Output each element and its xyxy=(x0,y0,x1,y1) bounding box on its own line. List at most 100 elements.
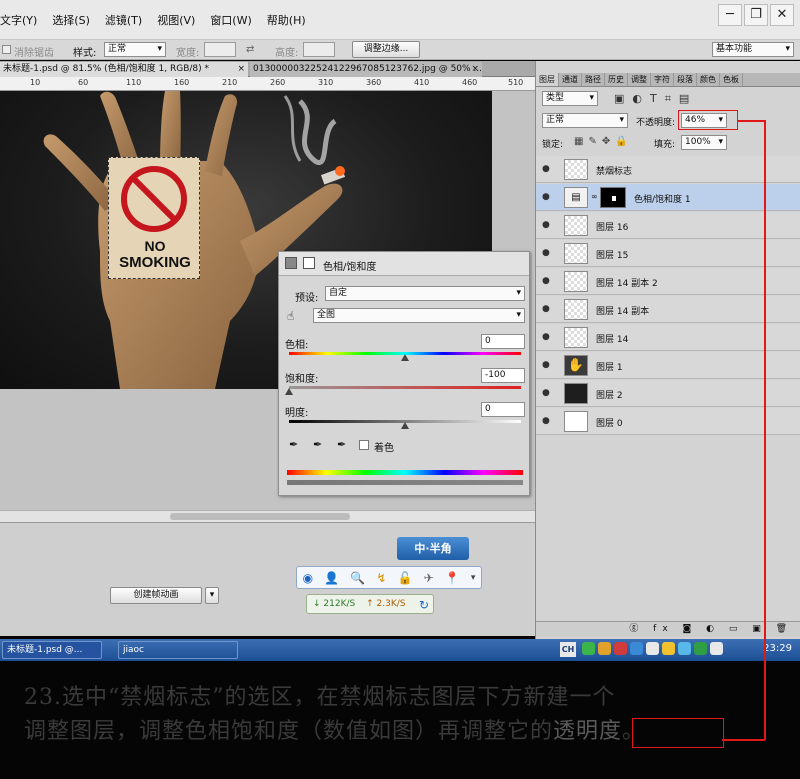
antialias-checkbox[interactable] xyxy=(2,45,11,54)
visibility-eye-icon[interactable]: ● xyxy=(542,248,550,258)
lock-icons[interactable]: ▦✎✥🔒 xyxy=(574,136,633,147)
colorize-checkbox[interactable] xyxy=(359,440,369,450)
menu-help[interactable]: 帮助(H) xyxy=(267,12,306,28)
tray-app-icon[interactable] xyxy=(614,642,627,655)
eyedropper-icon[interactable]: ✒ xyxy=(289,438,298,451)
saturation-input[interactable]: -100 xyxy=(481,368,525,383)
doc-tab-active[interactable]: 未标题-1.psd @ 81.5% (色相/饱和度 1, RGB/8) * × xyxy=(0,62,248,77)
minimize-button[interactable]: ─ xyxy=(718,4,742,26)
tray-app-icon[interactable] xyxy=(694,642,707,655)
tray-app-icon[interactable] xyxy=(662,642,675,655)
visibility-eye-icon[interactable]: ● xyxy=(542,192,550,202)
eyedropper-minus-icon[interactable]: ✒ xyxy=(337,438,346,451)
home-icon[interactable]: ◉ xyxy=(303,571,313,585)
layer-row[interactable]: ● 图层 15 xyxy=(536,240,800,267)
hue-slider-knob[interactable] xyxy=(401,354,409,361)
visibility-eye-icon[interactable]: ● xyxy=(542,220,550,230)
range-select[interactable]: 全图 xyxy=(313,308,525,323)
adjustment-icon[interactable] xyxy=(285,257,297,269)
close-icon[interactable]: × xyxy=(471,62,479,76)
layer-row[interactable]: ● 禁烟标志 xyxy=(536,156,800,183)
tab-history[interactable]: 历史 xyxy=(605,73,628,86)
width-field[interactable] xyxy=(204,42,236,57)
close-icon[interactable]: × xyxy=(237,62,245,76)
lightness-slider-knob[interactable] xyxy=(401,422,409,429)
tray-app-icon[interactable] xyxy=(678,642,691,655)
tray-app-icon[interactable] xyxy=(598,642,611,655)
tray-app-icon[interactable] xyxy=(630,642,643,655)
visibility-eye-icon[interactable]: ● xyxy=(542,332,550,342)
blend-mode-select[interactable]: 正常 xyxy=(542,113,628,128)
scroll-thumb[interactable] xyxy=(170,513,350,520)
layer-row[interactable]: ● 图层 2 xyxy=(536,380,800,407)
visibility-eye-icon[interactable]: ● xyxy=(542,388,550,398)
saturation-slider-track[interactable] xyxy=(289,386,521,389)
visibility-eye-icon[interactable]: ● xyxy=(542,164,550,174)
ime-status-widget[interactable]: 中·半角 xyxy=(397,537,469,560)
hand-tool-icon[interactable]: ☝ xyxy=(287,309,294,323)
layer-row[interactable]: ● ✋ 图层 1 xyxy=(536,352,800,379)
pin-icon[interactable]: 📍 xyxy=(445,571,460,585)
doc-tab-inactive[interactable]: 01300000322524122967085123762.jpg @ 50% … xyxy=(250,62,482,77)
lock-icon[interactable]: 🔓 xyxy=(398,571,413,585)
horizontal-scrollbar[interactable] xyxy=(0,510,535,522)
layer-filter-select[interactable]: 类型 xyxy=(542,91,598,106)
task-photoshop[interactable]: 未标题-1.psd @... xyxy=(2,641,102,659)
fill-select[interactable]: 100% xyxy=(681,135,727,150)
restore-button[interactable]: ❐ xyxy=(744,4,768,26)
search-icon[interactable]: 🔍 xyxy=(350,571,365,585)
mask-icon[interactable] xyxy=(303,257,315,269)
menu-type[interactable]: 文字(Y) xyxy=(0,12,37,28)
tray-app-icon[interactable] xyxy=(582,642,595,655)
tab-adjustments[interactable]: 调整 xyxy=(628,73,651,86)
create-frame-animation-button[interactable]: 创建帧动画 xyxy=(110,587,202,604)
tray-app-icon[interactable] xyxy=(646,642,659,655)
download-speed: ↓ 212K/S xyxy=(313,599,356,609)
plane-icon[interactable]: ✈ xyxy=(424,571,434,585)
layer-mask-thumbnail[interactable] xyxy=(600,187,626,208)
animation-dropdown-button[interactable]: ▾ xyxy=(205,587,219,604)
tab-swatches[interactable]: 色板 xyxy=(720,73,743,86)
saturation-slider-knob[interactable] xyxy=(285,388,293,395)
annotation-line xyxy=(764,120,766,740)
tab-color[interactable]: 颜色 xyxy=(697,73,720,86)
tab-paths[interactable]: 路径 xyxy=(582,73,605,86)
preset-select[interactable]: 自定 xyxy=(325,286,525,301)
layer-row[interactable]: ● 图层 14 副本 2 xyxy=(536,268,800,295)
tab-character[interactable]: 字符 xyxy=(651,73,674,86)
layer-row[interactable]: ● 图层 0 xyxy=(536,408,800,435)
layer-row[interactable]: ● 图层 14 副本 xyxy=(536,296,800,323)
chevron-down-icon[interactable]: ▾ xyxy=(471,573,476,583)
hue-input[interactable]: 0 xyxy=(481,334,525,349)
task-jiaoc[interactable]: jiaoc xyxy=(118,641,238,659)
menu-window[interactable]: 窗口(W) xyxy=(210,12,251,28)
user-icon[interactable]: 👤 xyxy=(324,571,339,585)
menu-view[interactable]: 视图(V) xyxy=(157,12,195,28)
layer-row-selected[interactable]: ● ▤ ∞ 色相/饱和度 1 xyxy=(536,184,800,211)
swap-icon[interactable]: ⇄ xyxy=(246,44,254,55)
layer-row[interactable]: ● 图层 16 xyxy=(536,212,800,239)
layer-filter-icons[interactable]: ▣◐T⌗▤ xyxy=(614,92,697,106)
style-select[interactable]: 正常 xyxy=(104,42,166,57)
close-button[interactable]: ✕ xyxy=(770,4,794,26)
tab-channels[interactable]: 通道 xyxy=(559,73,582,86)
menu-select[interactable]: 选择(S) xyxy=(52,12,90,28)
workspace-select[interactable]: 基本功能 xyxy=(712,42,794,57)
menu-filter[interactable]: 滤镜(T) xyxy=(105,12,142,28)
refresh-icon[interactable]: ↻ xyxy=(419,596,429,614)
visibility-eye-icon[interactable]: ● xyxy=(542,276,550,286)
eyedropper-plus-icon[interactable]: ✒ xyxy=(313,438,322,451)
layer-panel-actions[interactable]: ⓖ fx ◙ ◐ ▭ ▣ 🗑 xyxy=(536,621,800,637)
tab-layers[interactable]: 图层 xyxy=(536,73,559,86)
visibility-eye-icon[interactable]: ● xyxy=(542,304,550,314)
volume-icon[interactable] xyxy=(710,642,723,655)
tab-paragraph[interactable]: 段落 xyxy=(674,73,697,86)
visibility-eye-icon[interactable]: ● xyxy=(542,360,550,370)
refine-edge-button[interactable]: 调整边缘... xyxy=(352,41,420,58)
layer-row[interactable]: ● 图层 14 xyxy=(536,324,800,351)
visibility-eye-icon[interactable]: ● xyxy=(542,416,550,426)
height-field[interactable] xyxy=(303,42,335,57)
speed-icon[interactable]: ↯ xyxy=(376,571,386,585)
language-indicator[interactable]: CH xyxy=(560,642,576,657)
lightness-input[interactable]: 0 xyxy=(481,402,525,417)
